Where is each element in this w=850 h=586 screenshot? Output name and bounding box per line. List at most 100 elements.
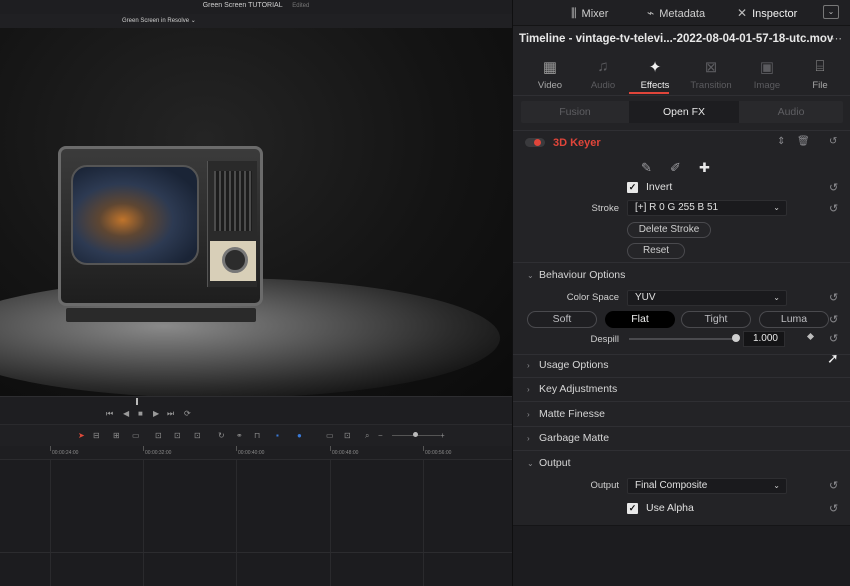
reset-icon[interactable]: ↺	[829, 479, 838, 492]
zoom-slider-handle[interactable]	[413, 432, 418, 437]
subtab-openfx[interactable]: Open FX	[629, 101, 739, 123]
inspector-button[interactable]: ✕ Inspector	[737, 6, 797, 20]
custom-zoom-icon[interactable]: ⌕	[365, 431, 369, 441]
reset-button[interactable]: Reset	[627, 243, 685, 259]
pick-subtract-icon[interactable]: ✐	[670, 160, 681, 176]
tab-image[interactable]: ▣ Image	[739, 58, 795, 91]
section-matte-finesse[interactable]: › Matte Finesse	[527, 408, 605, 420]
invert-checkbox[interactable]: ✓	[627, 182, 638, 193]
marker-icon[interactable]: ●	[297, 431, 302, 440]
pick-add-icon[interactable]: ✚	[699, 160, 710, 176]
reset-icon[interactable]: ↺	[829, 181, 838, 194]
tab-file[interactable]: ⌸ File	[792, 58, 848, 91]
section-behaviour-options[interactable]: ⌄ Behaviour Options	[527, 269, 625, 281]
blade-tool-icon[interactable]: ▭	[132, 431, 140, 440]
mixer-button[interactable]: ⫼ Mixer	[571, 6, 608, 21]
tab-label: Image	[753, 80, 781, 91]
mode-tight-button[interactable]: Tight	[681, 311, 751, 328]
stop-icon[interactable]: ■	[138, 409, 143, 418]
despill-slider-handle[interactable]	[732, 334, 740, 342]
step-back-icon[interactable]: ◀	[123, 409, 129, 418]
section-output[interactable]: ⌄ Output	[527, 457, 571, 469]
full-zoom-icon[interactable]: ▭	[326, 431, 334, 440]
timecode: 00:00:40:00	[238, 450, 265, 456]
effect-enable-toggle[interactable]	[525, 138, 545, 147]
reset-icon[interactable]: ↺	[829, 332, 838, 345]
use-alpha-checkbox[interactable]: ✓	[627, 503, 638, 514]
pick-icon[interactable]: ✎	[641, 160, 652, 176]
section-usage-options[interactable]: › Usage Options	[527, 359, 608, 371]
loop-icon[interactable]: ⟳	[184, 409, 191, 418]
stroke-label: Stroke	[591, 203, 619, 214]
section-garbage-matte[interactable]: › Garbage Matte	[527, 432, 609, 444]
overwrite-clip-icon[interactable]: ⊡	[174, 431, 181, 440]
color-space-dropdown[interactable]: YUV ⌄	[627, 290, 787, 306]
output-dropdown[interactable]: Final Composite ⌄	[627, 478, 787, 494]
color-space-label: Color Space	[566, 292, 619, 303]
stroke-dropdown[interactable]: [+] R 0 G 255 B 51 ⌄	[627, 200, 787, 216]
tab-label: Audio	[590, 80, 616, 91]
reset-icon[interactable]: ↺	[829, 202, 838, 215]
subtab-audio[interactable]: Audio	[739, 101, 843, 123]
snapping-icon[interactable]: ↻	[218, 431, 225, 440]
play-icon[interactable]: ▶	[153, 409, 159, 418]
despill-slider[interactable]	[629, 338, 735, 340]
link-icon[interactable]: ⚭	[236, 431, 243, 440]
metadata-button[interactable]: ⌁ Metadata	[647, 6, 705, 20]
timeline-selector[interactable]: Green Screen in Resolve ⌄	[122, 17, 196, 24]
despill-value-field[interactable]: 1.000	[743, 331, 785, 347]
edited-status: Edited	[292, 3, 310, 9]
divider	[513, 262, 850, 263]
top-nav: ⫼ Mixer ⌁ Metadata ✕ Inspector ⌄	[513, 0, 850, 26]
lock-icon[interactable]: ⊓	[254, 431, 260, 440]
delete-stroke-button[interactable]: Delete Stroke	[627, 222, 711, 238]
flag-icon[interactable]: ▪	[276, 431, 279, 440]
mode-flat-button[interactable]: Flat	[605, 311, 675, 328]
film-reel-icon: ⌸	[815, 58, 825, 75]
tab-transition[interactable]: ⊠ Transition	[683, 58, 739, 91]
insert-clip-icon[interactable]: ⊡	[155, 431, 162, 440]
zoom-out-icon[interactable]: −	[378, 431, 383, 440]
reset-icon[interactable]: ↺	[829, 313, 838, 326]
more-options-icon[interactable]: ⋯	[831, 32, 842, 45]
selection-tool-icon[interactable]: ➤	[78, 431, 85, 440]
mode-soft-button[interactable]: Soft	[527, 311, 597, 328]
timecode: 00:00:48:00	[332, 450, 359, 456]
video-viewer[interactable]	[0, 28, 512, 396]
zoom-in-icon[interactable]: +	[440, 431, 445, 440]
replace-clip-icon[interactable]: ⊡	[194, 431, 201, 440]
subtab-fusion[interactable]: Fusion	[521, 101, 629, 123]
tv-base	[66, 308, 256, 322]
keyframe-icon[interactable]	[806, 332, 815, 341]
tab-audio[interactable]: ♫ Audio	[575, 58, 631, 91]
tools-icon: ✕	[737, 6, 748, 20]
reset-icon[interactable]: ↺	[829, 291, 838, 304]
reset-icon[interactable]: ↺	[829, 502, 838, 515]
tab-video[interactable]: ▦ Video	[522, 58, 578, 91]
grid-line	[143, 460, 144, 586]
trash-icon[interactable]: 🗑	[797, 136, 810, 147]
dynamic-trim-icon[interactable]: ⊞	[113, 431, 120, 440]
collapse-panel-button[interactable]: ⌄	[823, 5, 839, 19]
section-key-adjustments[interactable]: › Key Adjustments	[527, 383, 617, 395]
mode-luma-button[interactable]: Luma	[759, 311, 829, 328]
timeline-ruler[interactable]: 00:00:24:00 00:00:32:00 00:00:40:00 00:0…	[0, 446, 512, 460]
detail-zoom-icon[interactable]: ⊡	[344, 431, 351, 440]
trim-tool-icon[interactable]: ⊟	[93, 431, 100, 440]
effects-subtabs: Fusion Open FX Audio	[521, 101, 843, 123]
davinci-resolve-app: Green Screen TUTORIAL Edited Green Scree…	[0, 0, 850, 586]
skip-forward-icon[interactable]: ⏭	[167, 409, 174, 419]
reorder-arrows-icon[interactable]: ⇕	[777, 136, 785, 147]
chevron-down-icon: ⌄	[190, 18, 196, 24]
scrub-bar[interactable]	[0, 396, 512, 406]
viewer-header: Green Screen in Resolve ⌄	[0, 14, 512, 28]
playhead[interactable]	[136, 398, 138, 405]
tab-effects[interactable]: ✦ Effects	[627, 58, 683, 91]
skip-back-icon[interactable]: ⏮	[106, 409, 113, 419]
timeline-tracks[interactable]	[0, 460, 512, 586]
clip-title: Timeline - vintage-tv-televi...-2022-08-…	[519, 33, 834, 45]
divider	[513, 130, 850, 131]
tv-control-panel	[207, 161, 257, 287]
reset-icon[interactable]: ↺	[829, 136, 837, 147]
grid-line	[236, 460, 237, 586]
